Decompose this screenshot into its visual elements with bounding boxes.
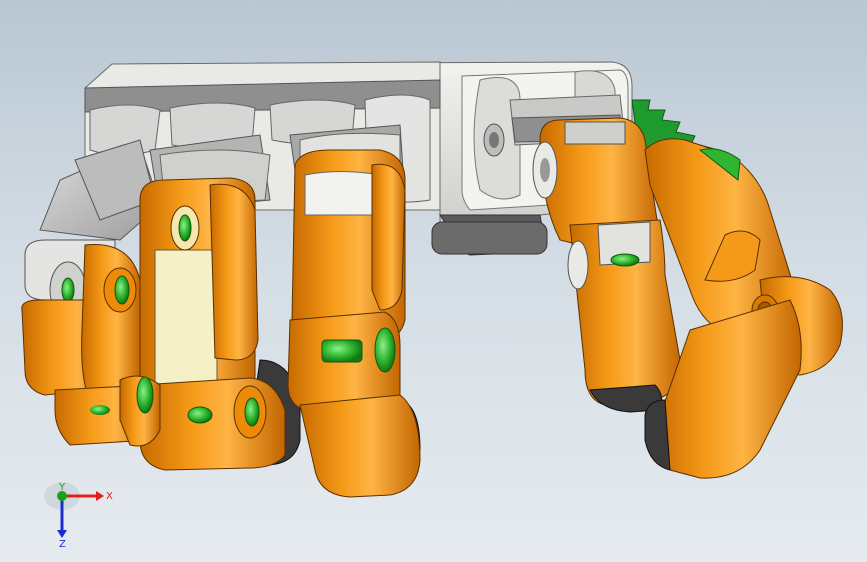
x-axis-head bbox=[96, 491, 104, 501]
robotic-hand-model[interactable] bbox=[0, 0, 867, 562]
graphics-viewport[interactable]: X Y Z bbox=[0, 0, 867, 562]
z-axis-head bbox=[57, 530, 67, 538]
z-axis-label: Z bbox=[59, 539, 66, 548]
y-axis-label: Y bbox=[58, 482, 66, 493]
finger-3[interactable] bbox=[287, 149, 421, 498]
thumb[interactable] bbox=[644, 138, 843, 479]
finger-2[interactable] bbox=[119, 177, 301, 471]
coordinate-triad: X Y Z bbox=[44, 482, 113, 548]
x-axis-label: X bbox=[106, 491, 113, 502]
